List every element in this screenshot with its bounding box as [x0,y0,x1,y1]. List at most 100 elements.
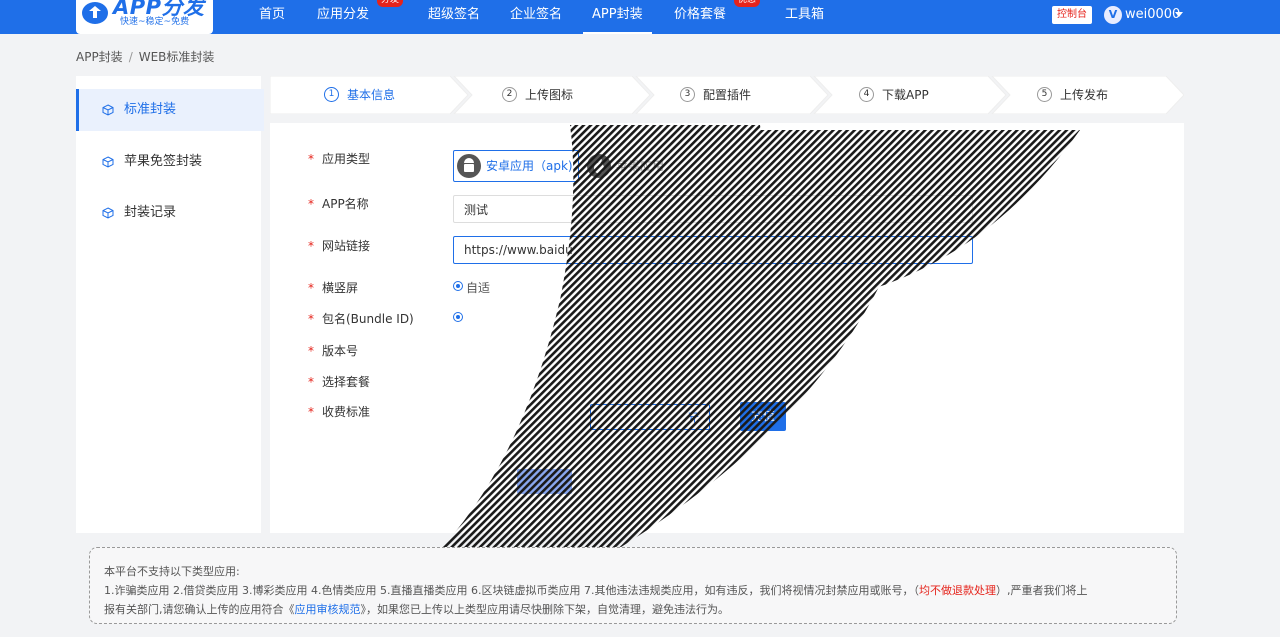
nav-app-wrap-label: APP封装 [592,7,643,22]
breadcrumb-current: WEB标准封装 [138,50,215,64]
required-mark: * [308,281,314,295]
sidebar-item-label: 封装记录 [124,205,177,220]
nav-pricing-label: 价格套餐 [674,7,727,22]
nav-home[interactable]: 首页 [259,0,285,32]
bundle-id-radio[interactable] [453,312,463,322]
cube-icon [102,104,114,116]
step-label: 下载APP [882,88,929,102]
required-mark: * [308,239,314,253]
nav-app-distribution[interactable]: 应用分发 分发 [317,0,404,32]
notice-line-2: 报有关部门,请您确认上传的应用符合《应用审核规范》，如果您已上传以上类型应用请尽… [104,600,1162,619]
orientation-label: * 横竖屏 [308,279,358,296]
next-step-button[interactable] [517,469,572,494]
cube-icon [102,156,114,168]
step-number: 5 [1037,87,1052,102]
app-name-label: * APP名称 [308,195,369,212]
step-upload-icon[interactable]: 2 上传图标 [502,76,573,114]
top-nav-bar: APP分发 快速~稳定~免费 首页 应用分发 分发 超级签名 企业签名 APP封… [0,0,1280,34]
step-number: 4 [859,87,874,102]
notice-text: ）,严重者我们将上 [995,584,1088,597]
notice-text: 》，如果您已上传以上类型应用请尽快删除下架，自觉清理，避免违法行为。 [360,603,730,616]
version-label-text: 版本号 [322,344,359,358]
logo-mark-icon [82,2,108,24]
step-label: 基本信息 [347,88,396,102]
nav-enterprise-signature-label: 企业签名 [510,7,563,22]
step-publish[interactable]: 5 上传发布 [1037,76,1108,114]
step-basic-info[interactable]: 1 基本信息 [324,76,395,114]
nav-enterprise-signature[interactable]: 企业签名 [510,0,562,32]
form-panel: * 应用类型 安卓应用（apk) 苹果应用 * APP名称 * 网站链接 * 横竖屏 自… [270,123,1184,533]
bundle-id-label: * 包名(Bundle ID) [308,310,414,327]
breadcrumb-root[interactable]: APP封装 [76,50,123,64]
nav-badge-discount: 优惠 [734,0,761,7]
step-number: 1 [324,87,339,102]
fee-option[interactable]: 元 [590,404,710,430]
sidebar-item-wrap-records[interactable]: 封装记录 [76,192,261,234]
nav-pricing[interactable]: 价格套餐 优惠 [674,0,761,32]
orientation-auto-label: 自适 [466,281,491,295]
app-type-label-text: 应用类型 [322,152,371,166]
step-config-plugin[interactable]: 3 配置插件 [680,76,751,114]
nav-app-distribution-label: 应用分发 [317,7,370,22]
fee-label-text: 收费标准 [322,405,371,419]
nav-toolbox[interactable]: 工具箱 [785,0,824,32]
notice-text: 报有关部门,请您确认上传的应用符合《 [104,603,295,616]
sidebar: 标准封装 苹果免签封装 封装记录 [76,76,264,533]
nav-toolbox-label: 工具箱 [785,7,825,22]
step-progress: 1 基本信息 2 上传图标 3 配置插件 4 下载APP 5 上传发布 [270,76,1184,114]
android-icon [457,154,481,178]
sidebar-item-label: 苹果免签封装 [124,154,203,169]
step-label: 配置插件 [703,88,752,102]
policy-notice: 本平台不支持以下类型应用: 1.诈骗类应用 2.借贷类应用 3.博彩类应用 4.… [89,547,1177,624]
website-url-input[interactable] [453,236,973,264]
console-button[interactable]: 控制台 [1052,6,1092,24]
website-label-text: 网站链接 [322,239,371,253]
notice-line-1: 1.诈骗类应用 2.借贷类应用 3.博彩类应用 4.色情类应用 5.直播直播类应… [104,581,1162,600]
avatar[interactable]: V [1104,6,1122,24]
review-guidelines-link[interactable]: 应用审核规范 [295,603,361,616]
logo-subtitle: 快速~稳定~免费 [120,17,190,27]
notice-title: 本平台不支持以下类型应用: [104,565,240,578]
version-label: * 版本号 [308,342,358,359]
step-number: 3 [680,87,695,102]
username[interactable]: wei0000 [1125,0,1180,30]
recharge-button[interactable]: 充值 [740,402,786,431]
apple-app-option[interactable]: 苹果应用 [583,150,695,182]
required-mark: * [308,375,314,389]
android-option-label: 安卓应用（apk) [486,159,573,173]
sidebar-item-standard-wrap[interactable]: 标准封装 [76,89,264,131]
nav-app-wrap[interactable]: APP封装 [583,0,652,34]
nav-home-label: 首页 [259,7,286,22]
android-app-option[interactable]: 安卓应用（apk) [453,150,579,182]
step-number: 2 [502,87,517,102]
app-name-label-text: APP名称 [322,197,369,211]
app-name-input[interactable] [453,195,973,223]
required-mark: * [308,197,314,211]
apple-icon [587,154,611,178]
orientation-label-text: 横竖屏 [322,281,359,295]
fee-label: * 收费标准 [308,403,370,420]
website-label: * 网站链接 [308,237,370,254]
apple-option-label: 苹果应用 [616,159,665,173]
step-label: 上传图标 [525,88,574,102]
breadcrumb: APP封装 / WEB标准封装 [76,48,214,65]
nav-super-signature-label: 超级签名 [428,7,481,22]
orientation-auto-radio[interactable] [453,281,463,291]
package-label-text: 选择套餐 [322,375,371,389]
step-download-app[interactable]: 4 下载APP [859,76,929,114]
sidebar-item-apple-wrap[interactable]: 苹果免签封装 [76,141,261,183]
nav-super-signature[interactable]: 超级签名 [428,0,480,32]
app-type-label: * 应用类型 [308,150,370,167]
notice-text: 1.诈骗类应用 2.借贷类应用 3.博彩类应用 4.色情类应用 5.直播直播类应… [104,584,919,597]
chevron-down-icon[interactable] [1175,12,1183,17]
sidebar-item-label: 标准封装 [124,102,177,117]
step-label: 上传发布 [1060,88,1109,102]
breadcrumb-separator: / [128,50,133,64]
notice-no-refund: 均不做退款处理 [918,584,996,597]
required-mark: * [308,344,314,358]
logo[interactable]: APP分发 快速~稳定~免费 [76,0,213,34]
required-mark: * [308,405,314,419]
nav-badge-distribution: 分发 [377,0,404,7]
package-label: * 选择套餐 [308,373,370,390]
cube-icon [102,207,114,219]
